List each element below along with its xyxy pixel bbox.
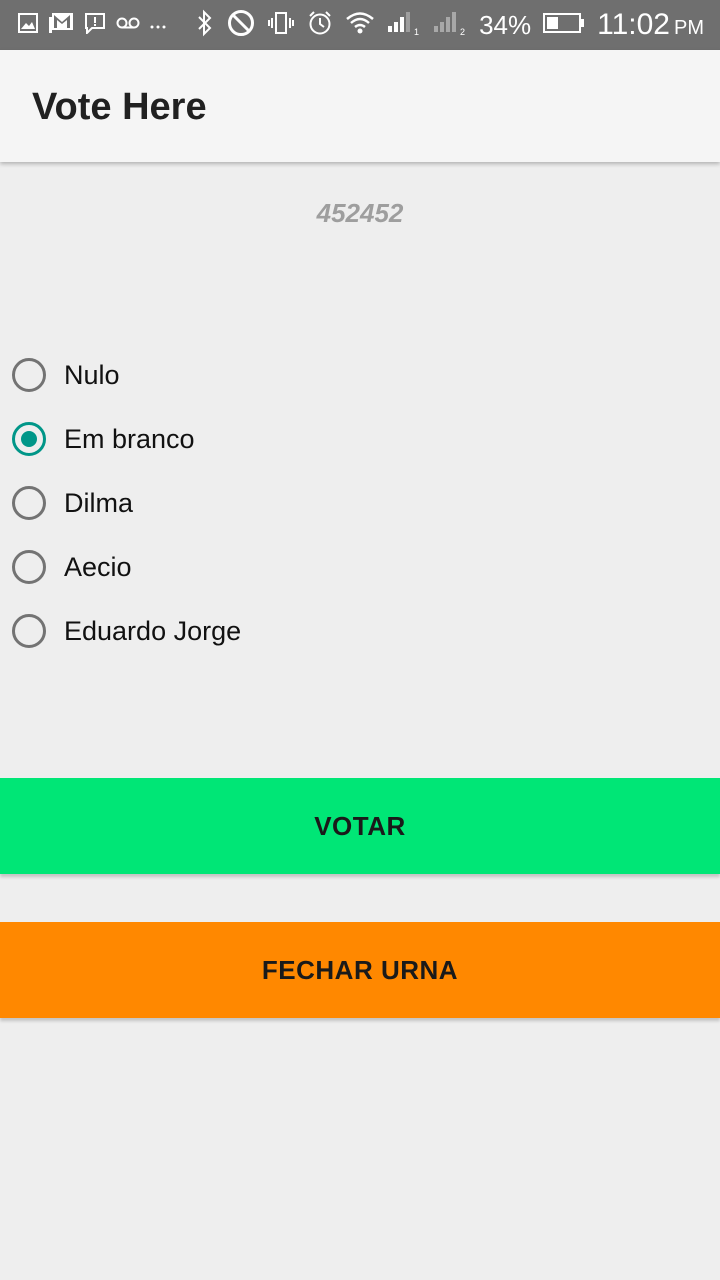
wifi-icon xyxy=(345,11,375,40)
radio-button-checked[interactable] xyxy=(12,422,46,456)
more-dots-icon xyxy=(150,17,166,35)
gmail-icon xyxy=(48,12,74,39)
radio-button-unchecked[interactable] xyxy=(12,550,46,584)
signal-sim1-icon: 1 xyxy=(387,10,421,41)
image-icon xyxy=(18,13,38,38)
alarm-icon xyxy=(307,10,333,41)
bluetooth-icon xyxy=(195,9,215,42)
status-bar: 1 2 34% 11:02 PM xyxy=(0,0,720,50)
radio-label: Em branco xyxy=(64,424,195,454)
vibrate-icon xyxy=(267,9,295,42)
svg-text:1: 1 xyxy=(414,27,419,36)
radio-button-unchecked[interactable] xyxy=(12,614,46,648)
status-bar-system: 1 2 34% 11:02 PM xyxy=(195,0,704,50)
radio-option-aecio[interactable]: Aecio xyxy=(0,538,400,602)
status-bar-notifications xyxy=(18,12,166,39)
battery-percent: 34% xyxy=(479,9,532,40)
radio-option-nulo[interactable]: Nulo xyxy=(0,346,400,410)
votar-button[interactable]: VOTAR xyxy=(0,778,720,874)
radio-option-dilma[interactable]: Dilma xyxy=(0,474,400,538)
radio-label: Dilma xyxy=(64,488,134,518)
svg-text:2: 2 xyxy=(460,27,465,36)
signal-sim2-icon: 2 xyxy=(433,10,467,41)
radio-button-unchecked[interactable] xyxy=(12,486,46,520)
app-bar: Vote Here xyxy=(0,50,720,162)
page-title: Vote Here xyxy=(32,86,207,128)
voter-id-text: 452452 xyxy=(316,198,404,228)
radio-label: Aecio xyxy=(64,552,132,582)
radio-option-em-branco[interactable]: Em branco xyxy=(0,410,400,474)
message-alert-icon xyxy=(84,12,106,39)
clock: 11:02 PM xyxy=(597,8,704,42)
do-not-disturb-icon xyxy=(227,9,255,42)
battery-icon xyxy=(543,12,585,39)
voicemail-icon xyxy=(116,16,140,35)
clock-time: 11:02 xyxy=(597,8,670,41)
radio-option-eduardo-jorge[interactable]: Eduardo Jorge xyxy=(0,602,400,666)
radio-label: Eduardo Jorge xyxy=(64,616,242,646)
radio-label: Nulo xyxy=(64,360,120,390)
fechar-urna-button[interactable]: FECHAR URNA xyxy=(0,922,720,1018)
clock-ampm: PM xyxy=(674,17,704,39)
radio-checked-dot xyxy=(21,431,37,447)
radio-button-unchecked[interactable] xyxy=(12,358,46,392)
